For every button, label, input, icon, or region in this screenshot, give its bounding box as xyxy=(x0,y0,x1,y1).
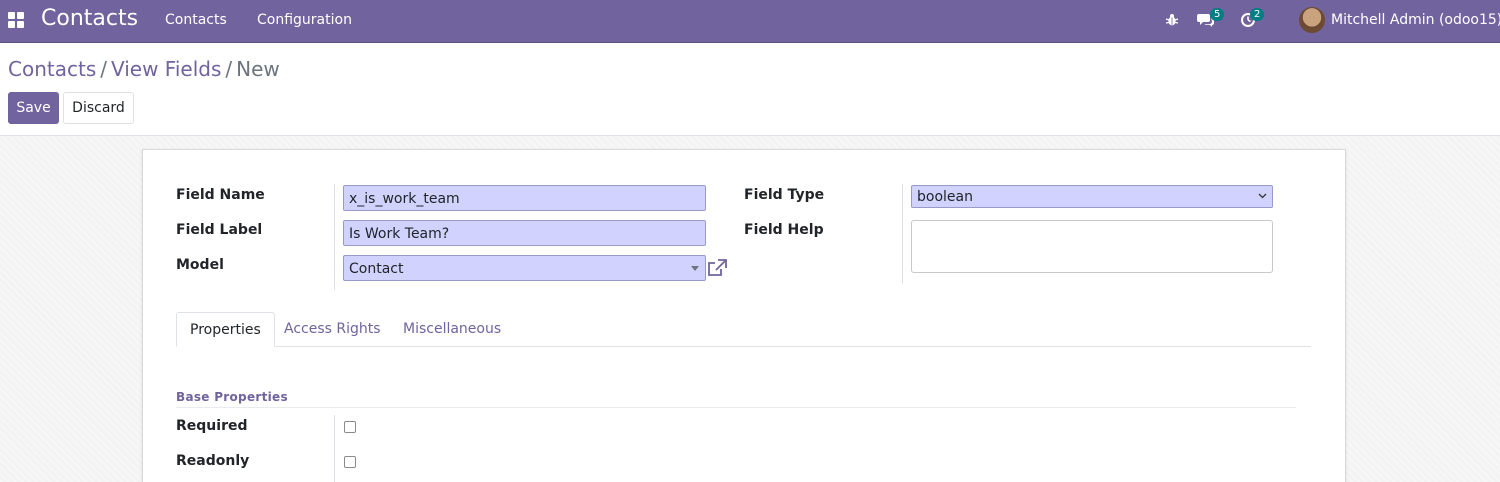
readonly-checkbox[interactable] xyxy=(344,456,356,468)
menu-contacts[interactable]: Contacts xyxy=(165,12,227,28)
readonly-label: Readonly xyxy=(176,453,250,469)
top-navbar: Contacts Contacts Configuration 5 2 Mitc… xyxy=(0,0,1500,43)
model-label: Model xyxy=(176,257,224,273)
field-type-select-value: boolean xyxy=(917,189,973,205)
user-menu-name[interactable]: Mitchell Admin (odoo15) xyxy=(1331,12,1500,28)
field-name-label: Field Name xyxy=(176,187,265,203)
chevron-down-icon xyxy=(1258,193,1267,199)
label-divider xyxy=(334,184,335,290)
model-select[interactable]: Contact xyxy=(343,255,706,281)
required-label: Required xyxy=(176,418,248,434)
external-link-icon[interactable] xyxy=(707,258,728,279)
tab-properties[interactable]: Properties xyxy=(176,312,275,347)
field-name-input[interactable]: x_is_work_team xyxy=(343,185,706,211)
save-button[interactable]: Save xyxy=(8,92,59,124)
label-divider xyxy=(902,184,903,284)
breadcrumb-current: New xyxy=(236,57,280,81)
field-label-input[interactable]: Is Work Team? xyxy=(343,220,706,246)
tab-miscellaneous[interactable]: Miscellaneous xyxy=(390,312,514,347)
apps-menu-icon[interactable] xyxy=(8,12,24,28)
debug-bug-icon[interactable] xyxy=(1165,13,1179,27)
breadcrumb-separator: / xyxy=(100,57,107,81)
caret-down-icon xyxy=(691,266,699,271)
app-title[interactable]: Contacts xyxy=(41,6,138,31)
user-avatar[interactable] xyxy=(1299,7,1325,33)
field-label-label: Field Label xyxy=(176,222,263,238)
base-properties-title: Base Properties xyxy=(176,390,288,404)
section-divider xyxy=(176,407,1296,408)
discard-button[interactable]: Discard xyxy=(63,92,134,124)
messages-count-badge: 5 xyxy=(1210,8,1225,21)
breadcrumb: Contacts / View Fields / New xyxy=(8,57,280,81)
required-checkbox[interactable] xyxy=(344,421,356,433)
field-help-label: Field Help xyxy=(744,222,824,238)
field-help-textarea[interactable] xyxy=(911,220,1273,273)
field-type-label: Field Type xyxy=(744,187,825,203)
breadcrumb-separator: / xyxy=(225,57,233,81)
breadcrumb-contacts[interactable]: Contacts xyxy=(8,57,96,81)
field-type-select[interactable]: boolean xyxy=(911,185,1273,208)
label-divider xyxy=(334,415,335,482)
activities-count-badge: 2 xyxy=(1250,8,1265,21)
breadcrumb-view-fields[interactable]: View Fields xyxy=(111,57,221,81)
tab-access-rights[interactable]: Access Rights xyxy=(271,312,394,347)
menu-configuration[interactable]: Configuration xyxy=(257,12,352,28)
model-select-value: Contact xyxy=(349,261,404,277)
